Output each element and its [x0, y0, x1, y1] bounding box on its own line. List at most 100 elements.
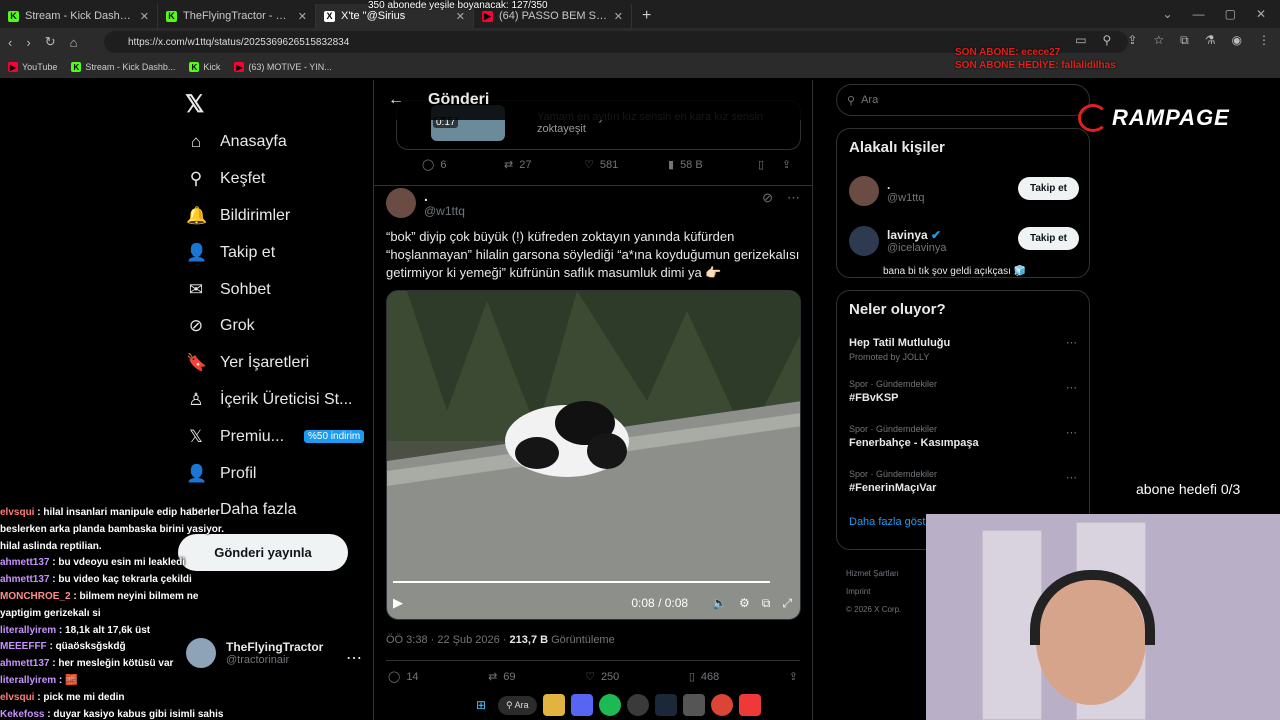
person-name[interactable]: lavinya ✔	[887, 228, 946, 242]
windows-start-icon[interactable]: ⊞	[470, 694, 492, 716]
minimize-icon[interactable]: —	[1193, 7, 1205, 21]
nav-item-profile[interactable]: 👤 Profil	[186, 455, 364, 492]
browser-tab[interactable]: K TheFlyingTractor - Watch clips o ✕	[158, 4, 316, 28]
nav-item-creator[interactable]: ♙ İçerik Üreticisi St...	[186, 382, 364, 419]
nav-item-label: Premiu...	[220, 427, 285, 445]
reply-button[interactable]: ◯ 6	[422, 158, 504, 172]
nav-item-add-user[interactable]: 👤 Takip et	[186, 234, 364, 271]
footer-link[interactable]: Hizmet Şartları	[846, 565, 926, 583]
vivaldi-icon[interactable]	[738, 694, 761, 716]
more-options-icon[interactable]: ⋯	[787, 190, 800, 206]
nav-item-bookmark[interactable]: 🔖 Yer İşaretleri	[186, 345, 364, 382]
nav-item-bell[interactable]: 🔔 Bildirimler	[186, 198, 364, 235]
tab-list-icon[interactable]: ⌄	[1163, 7, 1173, 21]
video-player[interactable]: ▶ 0:08 / 0:08 🔈 ⚙ ⧉ ⤢	[386, 290, 801, 620]
repost-button[interactable]: ⇄ 27	[504, 158, 584, 172]
extensions-icon[interactable]: ⧉	[1180, 33, 1189, 48]
taskbar-search[interactable]: ⚲ Ara	[498, 695, 537, 715]
bookmark-item[interactable]: ▶ (63) MOTIVE - YIN...	[234, 62, 332, 72]
views-button[interactable]: ▮ 58 B	[668, 158, 758, 172]
like-button[interactable]: ♡ 250	[585, 670, 619, 684]
footer-link[interactable]: © 2026 X Corp.	[846, 601, 926, 619]
spotify-icon[interactable]	[598, 694, 621, 716]
forward-icon[interactable]: ›	[26, 35, 30, 50]
settings-icon[interactable]: ⚙	[739, 596, 750, 610]
new-tab-icon[interactable]: +	[632, 4, 661, 28]
discord-icon[interactable]	[570, 694, 593, 716]
reply-button[interactable]: ◯ 14	[388, 670, 419, 684]
share-button[interactable]: ⇪	[782, 158, 791, 171]
maximize-icon[interactable]: ▢	[1225, 7, 1236, 21]
video-progress[interactable]	[393, 581, 770, 583]
settings-app-icon[interactable]	[682, 694, 705, 716]
person-avatar[interactable]	[849, 226, 879, 256]
trend-more-icon[interactable]: ⋯	[1066, 471, 1077, 484]
person-row[interactable]: lavinya ✔ @icelavinya Takip et	[837, 216, 1089, 266]
tab-close-icon[interactable]: ✕	[456, 10, 465, 23]
grok-icon[interactable]: ⊘	[762, 190, 773, 206]
share-icon[interactable]: ⇪	[1127, 33, 1137, 48]
bookmark-item[interactable]: ▶ YouTube	[8, 62, 57, 72]
reload-icon[interactable]: ↻	[45, 34, 56, 50]
bookmark-item[interactable]: K Stream - Kick Dashb...	[71, 62, 175, 72]
trend-more-icon[interactable]: ⋯	[1066, 336, 1077, 349]
post-author[interactable]: . @w1ttq	[386, 188, 465, 218]
flask-icon[interactable]: ⚗	[1205, 33, 1216, 48]
pip-icon[interactable]: ⧉	[762, 596, 771, 611]
author-name[interactable]: .	[424, 188, 465, 204]
rampage-logo-text: RAMPAGE	[1112, 105, 1230, 130]
play-icon[interactable]: ▶	[393, 595, 403, 611]
trend-item[interactable]: Spor · Gündemdekiler #FBvKSP ⋯	[837, 373, 1089, 418]
follow-button[interactable]: Takip et	[1017, 227, 1079, 250]
bookmark-button[interactable]: ▯ 468	[689, 670, 719, 684]
bookmark-button[interactable]: ▯	[758, 158, 782, 171]
person-avatar[interactable]	[849, 176, 879, 206]
author-handle[interactable]: @w1ttq	[424, 204, 465, 218]
nav-item-x-premium[interactable]: 𝕏 Premiu... %50 indirim	[186, 418, 365, 455]
like-button[interactable]: ♡ 581	[584, 158, 668, 172]
menu-icon[interactable]: ⋮	[1258, 33, 1270, 48]
back-icon[interactable]: ‹	[8, 35, 12, 50]
tab-title: TheFlyingTractor - Watch clips o	[183, 10, 292, 22]
subscriber-goal: abone hedefi 0/3	[1136, 481, 1241, 497]
x-logo-icon[interactable]: 𝕏	[185, 90, 204, 119]
fullscreen-icon[interactable]: ⤢	[782, 596, 792, 611]
home-browser-icon[interactable]: ⌂	[70, 35, 78, 50]
trend-more-icon[interactable]: ⋯	[1066, 381, 1077, 394]
bookmark-star-icon[interactable]: ☆	[1153, 33, 1164, 48]
follow-button[interactable]: Takip et	[1017, 177, 1079, 200]
nav-item-search[interactable]: ⚲ Keşfet	[186, 161, 364, 198]
author-avatar[interactable]	[386, 188, 416, 218]
nav-item-grok[interactable]: ⊘ Grok	[186, 308, 364, 345]
tab-close-icon[interactable]: ✕	[614, 10, 623, 23]
post-text: “bok” diyip çok büyük (!) küfreden zokta…	[386, 229, 800, 280]
person-name[interactable]: .	[887, 178, 924, 192]
account-icon[interactable]: ◉	[1232, 33, 1242, 48]
trend-item[interactable]: Spor · Gündemdekiler Fenerbahçe - Kasımpa…	[837, 418, 1089, 463]
account-more-icon[interactable]: ⋯	[346, 648, 362, 668]
nav-item-mail[interactable]: ✉ Sohbet	[186, 271, 364, 308]
trend-more-icon[interactable]: ⋯	[1066, 426, 1077, 439]
person-row[interactable]: . @w1ttq Takip et	[837, 166, 1089, 216]
file-explorer-icon[interactable]	[542, 694, 565, 716]
footer-link[interactable]: Imprint	[846, 583, 926, 601]
volume-icon[interactable]: 🔈	[712, 596, 727, 610]
chrome-icon[interactable]	[710, 694, 733, 716]
steam-icon[interactable]	[654, 694, 677, 716]
mail-icon: ✉	[188, 279, 204, 299]
search-input[interactable]: ⚲ Ara	[836, 84, 1090, 116]
back-arrow-icon[interactable]: ←	[388, 91, 404, 109]
bookmark-item[interactable]: K Kick	[189, 62, 220, 72]
share-button[interactable]: ⇪	[789, 670, 798, 683]
browser-tab[interactable]: K Stream - Kick Dashboard ✕	[0, 4, 158, 28]
nav-item-home[interactable]: ⌂ Anasayfa	[186, 124, 364, 161]
chat-text: bu vdeoyu esin mi leakledi	[58, 557, 186, 569]
tab-close-icon[interactable]: ✕	[298, 10, 307, 23]
trend-item[interactable]: Hep Tatil Mutluluğu Promoted by JOLLY ⋯	[837, 328, 1089, 373]
post-timestamp[interactable]: ÖÖ 3:38 · 22 Şub 2026 ·	[386, 634, 506, 646]
repost-button[interactable]: ⇄ 69	[488, 670, 515, 684]
tab-close-icon[interactable]: ✕	[140, 10, 149, 23]
close-window-icon[interactable]: ✕	[1256, 7, 1266, 21]
obs-icon[interactable]	[626, 694, 649, 716]
trend-item[interactable]: Spor · Gündemdekiler #FenerinMaçıVar ⋯	[837, 463, 1089, 508]
